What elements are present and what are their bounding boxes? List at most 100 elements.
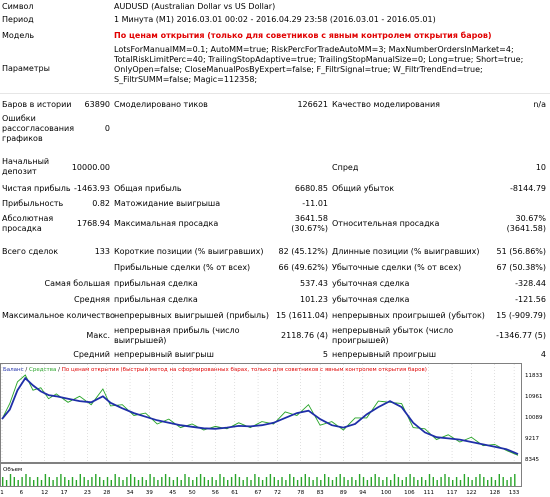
volume-bar [95,474,97,486]
volume-bar [304,474,306,486]
volume-bar [382,480,384,486]
errors-value: 0 [104,124,110,133]
volume-bar [102,480,105,486]
volume-bar [308,477,310,486]
x-tick-label: 1 [0,490,4,496]
volume-bar [265,477,268,486]
bars-value: 63890 [84,100,110,109]
legend-balance: Баланс [3,367,24,373]
max-drawdown-pct: (30.67%) [291,224,328,233]
volume-bar [254,474,256,486]
volume-bar [137,480,140,486]
max-count-label: Максимальное количество [2,311,115,320]
volume-bar [459,480,462,486]
y-tick-label: 11833 [525,373,543,379]
volume-bar [192,480,194,486]
y-tick-label: 8345 [525,457,539,463]
volume-bar [258,477,260,486]
volume-bar [184,474,186,486]
volume-bar [126,477,128,486]
largest-profit-value: 537.43 [300,279,328,288]
max-cons-wins-label: непрерывных выигрышей (прибыль) [114,311,269,320]
volume-bar [211,477,213,486]
volume-bar [421,477,423,486]
volume-bar [440,477,442,486]
deposit-label: Начальный депозит [2,157,50,176]
x-tick-label: 12 [41,490,48,496]
volume-bar [60,474,62,486]
avg-cons-losses-label: непрерывный проигрыш [332,350,437,359]
volume-bar [230,477,233,486]
divider [0,93,550,94]
volume-bar [390,480,392,486]
volume-bar [436,480,438,486]
volume-bar [393,474,396,486]
volume-bar [207,480,209,486]
volume-bar [9,474,12,486]
profit-factor-value: 0.82 [92,199,110,208]
short-positions-value: 82 (45.12%) [278,247,328,256]
x-tick-label: 39 [146,490,153,496]
volume-bar [355,480,357,486]
volume-bar [378,477,380,486]
rel-drawdown-value: 30.67% [515,214,546,223]
params-line: LotsForManualMM=0.1; AutoMM=true; RiskPe… [114,45,514,54]
volume-bar [331,480,334,486]
x-tick-label: 17 [61,490,68,496]
volume-bar [487,480,489,486]
avg-profit-value: 101.23 [300,295,328,304]
volume-bar [343,477,345,486]
volume-bar [36,477,39,486]
x-tick-label: 111 [424,490,435,496]
volume-bar [320,480,322,486]
volume-bar [44,474,47,486]
volume-bar [444,474,446,486]
profit-trades-value: 66 (49.62%) [278,263,328,272]
volume-bar [358,474,361,486]
volume-bar [203,477,206,486]
chart-plot-frame [0,363,522,463]
volume-bar [141,477,144,486]
volume-bar [106,477,109,486]
quality-value: n/a [533,100,546,109]
volume-bar [219,474,221,486]
x-tick-label: 28 [103,490,110,496]
avg-loss-value: -121.56 [515,295,546,304]
volume-bar [234,474,237,486]
short-positions-label: Короткие позиции (% выигравших) [114,247,264,256]
x-tick-label: 72 [274,490,281,496]
volume-bar [238,477,241,486]
volume-bar [87,480,89,486]
quality-label: Качество моделирования [332,100,440,109]
max-cons-losses-label: непрерывных проигрышей (убыток) [332,311,485,320]
volume-bar [401,480,403,486]
rel-drawdown-money: (3641.58) [506,224,546,233]
gross-profit-value: 6680.85 [294,184,328,193]
volume-bar [149,474,151,486]
volume-bar [490,477,493,486]
max-cons-profit-value: 2118.76 (4) [281,331,328,340]
total-trades-value: 133 [94,247,110,256]
volume-bar [327,477,330,486]
volume-bar [21,477,23,486]
max-cons-loss-label: непрерывный убыток (число проигрышей) [332,326,454,345]
volume-bar [2,477,4,486]
volume-bar [168,477,171,486]
params-label: Параметры [2,64,50,73]
x-tick-label: 50 [189,490,196,496]
volume-bar [374,474,376,486]
volume-bar [397,477,400,486]
params-line: OnlyOpen=false; CloseManualPosByExpert=f… [114,65,483,74]
volume-bar [250,480,252,486]
max-cons-losses-value: 15 (-909.79) [496,311,546,320]
volume-bar [164,474,167,486]
x-tick-label: 45 [169,490,176,496]
largest-profit-label: прибыльная сделка [114,279,198,288]
volume-bar [506,480,508,486]
max-cons-wins-value: 15 (1611.04) [275,311,328,320]
volume-bar [502,477,504,486]
avg-cons-wins-value: 5 [322,350,328,359]
volume-bar [68,480,70,486]
spread-label: Спред [332,163,359,172]
volume-bar [13,477,15,486]
